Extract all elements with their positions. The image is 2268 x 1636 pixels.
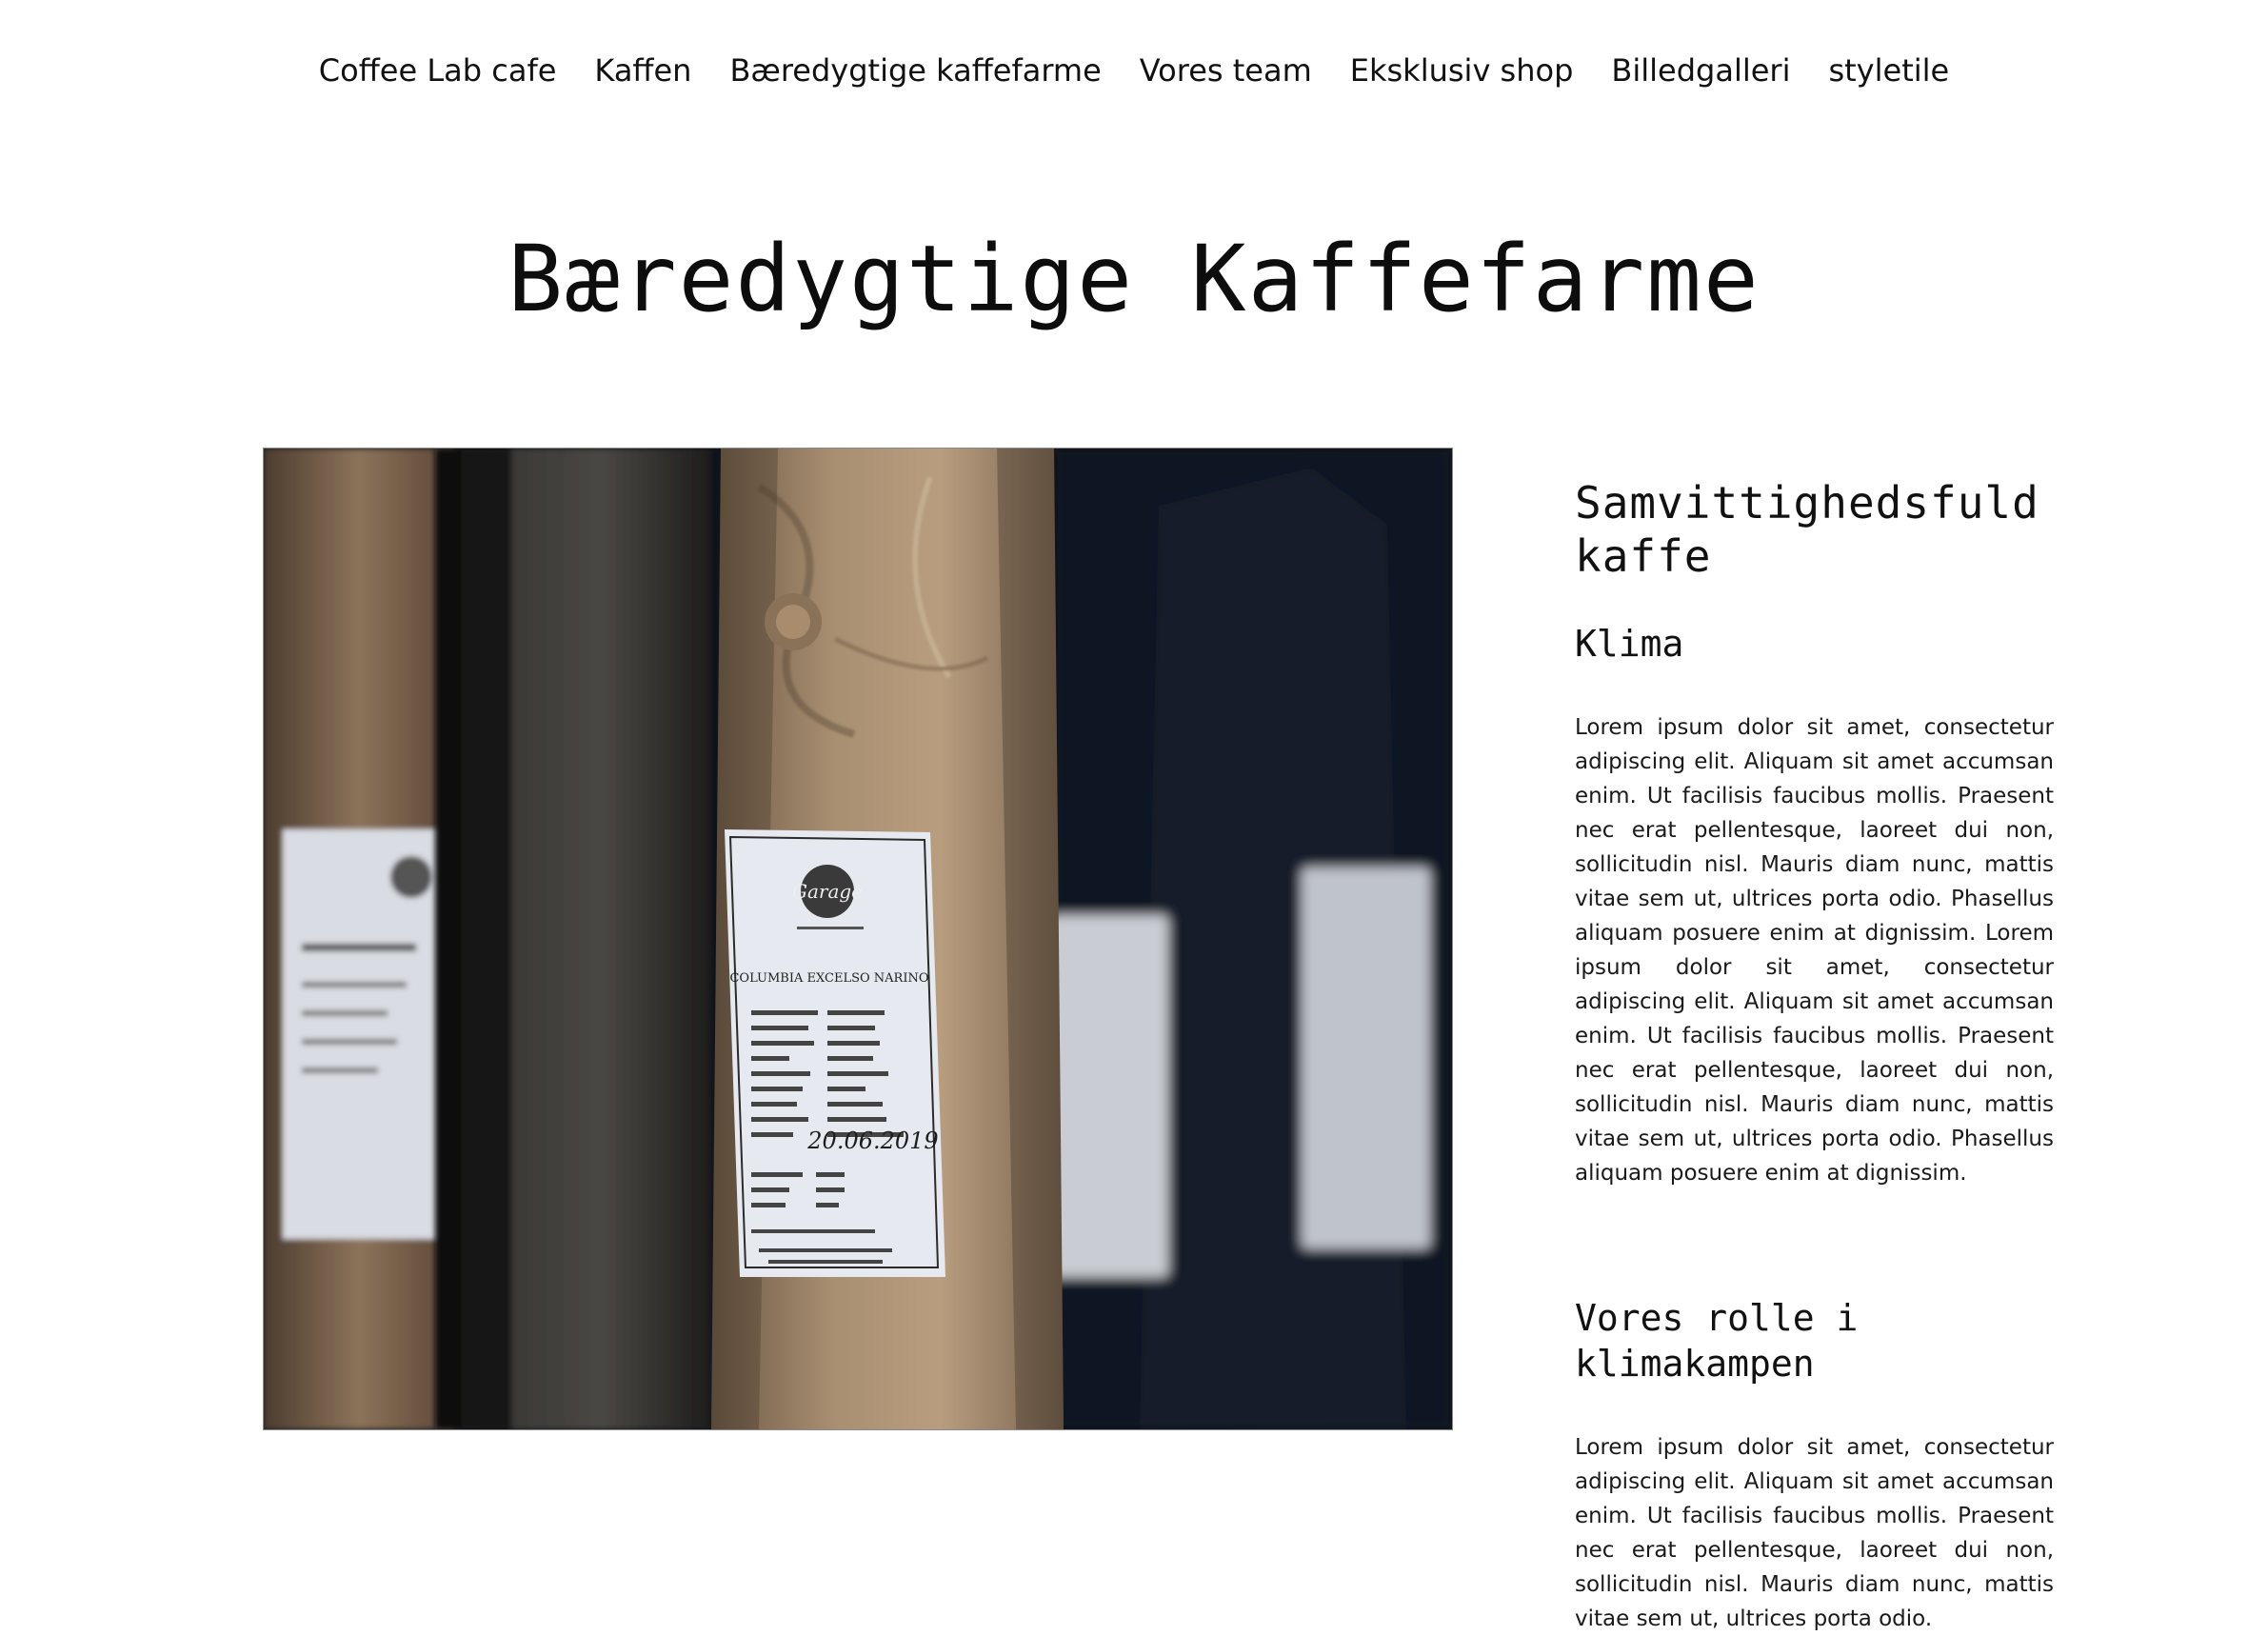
- nav-item-eksklusiv-shop[interactable]: Eksklusiv shop: [1350, 46, 1574, 95]
- nav-item-coffee-lab-cafe[interactable]: Coffee Lab cafe: [319, 46, 557, 95]
- bag-label-brand: Garage: [792, 880, 863, 903]
- section-text-vores-rolle: Lorem ipsum dolor sit amet, consectetur …: [1575, 1435, 2054, 1631]
- sidebar-heading: Samvittighedsfuld kaffe: [1575, 477, 2039, 582]
- nav-item-kaffen[interactable]: Kaffen: [594, 46, 691, 95]
- section-title-vores-rolle: Vores rolle i klimakampen: [1575, 1297, 1859, 1385]
- nav-item-baeredygtige-kaffefarme[interactable]: Bæredygtige kaffefarme: [729, 46, 1101, 95]
- page-title: Bæredygtige Kaffefarme: [507, 226, 1761, 332]
- section-text-klima: Lorem ipsum dolor sit amet, consectetur …: [1575, 715, 2054, 1186]
- main-navigation: Coffee Lab cafe Kaffen Bæredygtige kaffe…: [0, 46, 2268, 95]
- bag-label-product: COLUMBIA EXCELSO NARINO: [729, 971, 928, 986]
- bag-label-date: 20.06.2019: [806, 1127, 938, 1154]
- nav-item-styletile[interactable]: styletile: [1828, 46, 1949, 95]
- section-title-klima: Klima: [1575, 623, 1684, 665]
- hero-image-coffee-bags: Garage COLUMBIA EXCELSO NARINO 20.06.201…: [263, 448, 1453, 1430]
- nav-item-billedgalleri[interactable]: Billedgalleri: [1611, 46, 1790, 95]
- sidebar-content: Samvittighedsfuld kaffe Klima Lorem ipsu…: [1575, 476, 2054, 1636]
- nav-item-vores-team[interactable]: Vores team: [1140, 46, 1312, 95]
